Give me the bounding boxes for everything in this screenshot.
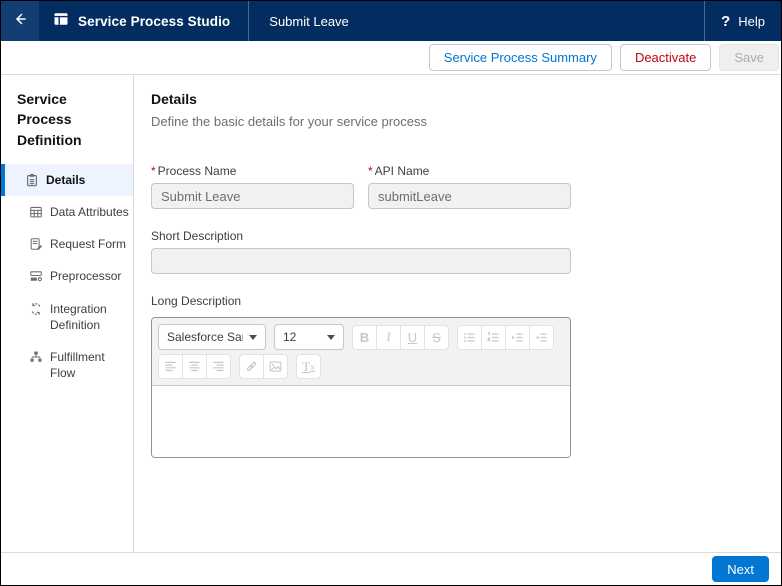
process-name-label: * Process Name — [151, 164, 237, 178]
sidebar-item-preprocessor[interactable]: Preprocessor — [1, 260, 133, 292]
api-name-label: * API Name — [368, 164, 430, 178]
clipboard-icon — [25, 173, 39, 187]
app-title: Service Process Studio — [78, 13, 231, 29]
rich-text-editor: Salesforce Sans 12 B I — [151, 317, 571, 458]
outdent-button — [529, 324, 554, 350]
short-description-field-group: Short Description — [151, 229, 571, 274]
required-asterisk: * — [151, 164, 156, 178]
sidebar-item-label: Data Attributes — [50, 205, 129, 220]
process-name-input — [151, 183, 354, 209]
help-label: Help — [738, 13, 765, 29]
footer-bar: Next — [1, 552, 781, 585]
integration-icon — [29, 302, 43, 316]
table-icon — [29, 205, 43, 219]
details-form: *Process Name *API Name Short Descriptio… — [151, 164, 571, 458]
page-title: Details — [151, 91, 197, 107]
insert-button-group — [239, 354, 288, 379]
arrow-left-icon — [12, 11, 28, 32]
long-description-textarea[interactable] — [152, 385, 570, 457]
list-button-group — [457, 324, 554, 350]
back-button[interactable] — [1, 1, 39, 41]
chevron-down-icon — [249, 334, 257, 340]
bullet-list-button — [457, 324, 482, 350]
sidebar-item-fulfillment-flow[interactable]: Fulfillment Flow — [1, 341, 133, 389]
align-button-group — [158, 354, 231, 379]
clear-format-button: Tx — [296, 354, 321, 379]
align-right-button — [206, 354, 231, 379]
chevron-down-icon — [327, 334, 335, 340]
process-name-field-group: * Process Name — [151, 164, 354, 209]
long-description-label: Long Description — [151, 294, 242, 308]
link-icon-button — [239, 354, 264, 379]
sidebar-item-details[interactable]: Details — [1, 163, 133, 197]
font-family-dropdown[interactable]: Salesforce Sans — [158, 324, 266, 350]
align-center-button — [182, 354, 207, 379]
long-description-field-group: Long Description Salesforce Sans 12 — [151, 294, 571, 458]
font-family-value: Salesforce Sans — [167, 330, 243, 344]
form-edit-icon — [29, 237, 43, 251]
sidebar-item-integration-definition[interactable]: Integration Definition — [1, 293, 133, 341]
sidebar-item-label: Preprocessor — [50, 269, 122, 284]
api-name-input — [368, 183, 571, 209]
service-process-studio-window: Service Process Studio Submit Leave ? He… — [0, 0, 782, 586]
underline-button: U — [400, 324, 425, 350]
page-subtitle: Define the basic details for your servic… — [151, 114, 428, 129]
sidebar-item-data-attributes[interactable]: Data Attributes — [1, 196, 133, 228]
deactivate-button[interactable]: Deactivate — [619, 44, 712, 71]
next-button[interactable]: Next — [712, 556, 769, 582]
indent-button — [505, 324, 530, 350]
sidebar-title: Service Process Definition — [17, 91, 82, 148]
flow-icon — [29, 350, 43, 364]
sidebar-item-label: Integration Definition — [50, 301, 107, 332]
action-bar: Service Process Summary Deactivate Save — [1, 41, 781, 75]
font-size-dropdown[interactable]: 12 — [274, 324, 344, 350]
top-nav: Service Process Studio Submit Leave ? He… — [1, 1, 781, 41]
short-description-input — [151, 248, 571, 274]
strikethrough-button: S — [424, 324, 449, 350]
image-icon-button — [263, 354, 288, 379]
sidebar-item-label: Request Form — [50, 237, 127, 252]
italic-button: I — [376, 324, 401, 350]
app-title-block: Service Process Studio — [39, 1, 250, 41]
short-description-label: Short Description — [151, 229, 244, 243]
bold-button: B — [352, 324, 377, 350]
save-button-disabled: Save — [719, 44, 779, 71]
question-mark-icon: ? — [721, 12, 731, 30]
rich-text-toolbar: Salesforce Sans 12 B I — [152, 318, 570, 385]
sidebar-item-request-form[interactable]: Request Form — [1, 228, 133, 260]
help-button[interactable]: ? Help — [704, 1, 781, 41]
text-style-button-group: B I U S — [352, 324, 449, 350]
font-size-value: 12 — [283, 330, 297, 344]
clear-format-group: Tx — [296, 354, 321, 379]
align-left-button — [158, 354, 183, 379]
sidebar-item-label: Fulfillment Flow — [50, 350, 105, 381]
api-name-field-group: * API Name — [368, 164, 571, 209]
service-process-summary-button[interactable]: Service Process Summary — [428, 44, 612, 71]
app-window-icon — [53, 11, 69, 32]
tab-submit-leave[interactable]: Submit Leave — [249, 1, 369, 41]
preprocessor-icon — [29, 269, 43, 283]
sidebar: Service Process Definition Details Data … — [1, 75, 134, 552]
body-row: Service Process Definition Details Data … — [1, 75, 781, 552]
sidebar-item-label: Details — [46, 172, 86, 187]
numbered-list-button — [481, 324, 506, 350]
main-panel: Details Define the basic details for you… — [134, 75, 781, 552]
required-asterisk: * — [368, 164, 373, 178]
